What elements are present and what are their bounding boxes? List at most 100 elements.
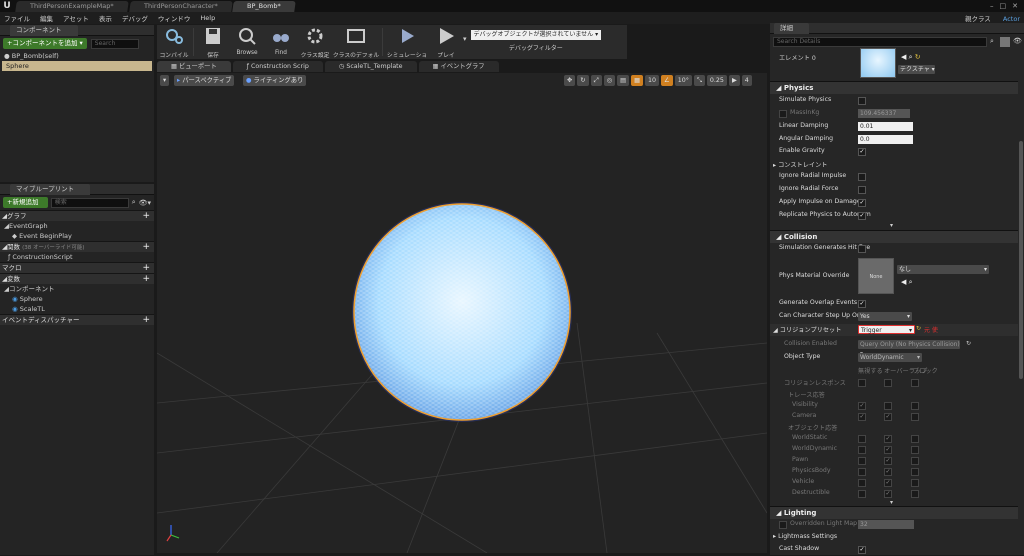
lighting-mode-button[interactable]: ● ライティングあり — [243, 75, 307, 86]
components-tab[interactable]: コンポーネント — [10, 25, 78, 36]
tab-bp-bomb[interactable]: BP_Bomb* — [232, 1, 296, 12]
play-button[interactable]: プレイ — [429, 25, 463, 59]
angular-damping-input[interactable]: 0.0 — [858, 135, 913, 144]
details-search-input[interactable]: Search Details — [773, 37, 987, 47]
tab-event-graph[interactable]: ▦ イベントグラフ — [418, 61, 499, 72]
grid-view-icon[interactable] — [1000, 37, 1010, 47]
add-variable-button[interactable]: + — [142, 274, 150, 285]
tab-construction-script[interactable]: ƒ Construction Scrip — [232, 61, 323, 72]
overridden-lightmap-value[interactable]: 32 — [858, 520, 914, 529]
phys-material-select[interactable]: なし ▾ — [897, 265, 989, 274]
menu-help[interactable]: Help — [200, 14, 215, 22]
tab-scaletl-template[interactable]: ◷ ScaleTL_Template — [324, 61, 417, 72]
camera-ignore[interactable]: ✓ — [858, 413, 866, 421]
section-event-dispatchers[interactable]: イベントディスパッチャー + — [0, 314, 154, 325]
collision-preset-select[interactable]: Trigger ▾ — [858, 325, 915, 334]
phys-material-nav-icons[interactable]: ◀ ⌕ — [901, 278, 913, 287]
worldstatic-overlap[interactable]: ✓ — [884, 435, 892, 443]
maximize-button[interactable]: □ — [1000, 0, 1007, 12]
response-block-all[interactable] — [911, 379, 919, 387]
response-overlap-all[interactable] — [884, 379, 892, 387]
step-up-select[interactable]: Yes ▾ — [858, 312, 912, 321]
translate-tool-icon[interactable]: ✥ — [564, 75, 576, 86]
blueprint-search-input[interactable]: 検索 — [50, 197, 129, 208]
event-beginplay-item[interactable]: ◆ Event BeginPlay — [0, 231, 154, 241]
viewport-options-button[interactable]: ▾ — [160, 75, 170, 86]
expand-advanced-icon[interactable]: ▾ — [890, 222, 893, 229]
grid-snap-value[interactable]: 10 — [645, 75, 660, 86]
parent-class-link[interactable]: Actor — [1003, 15, 1020, 23]
worlddynamic-overlap[interactable]: ✓ — [884, 446, 892, 454]
reset-icon[interactable]: ↻ — [966, 340, 971, 347]
event-graph-item[interactable]: ◢EventGraph — [0, 221, 154, 231]
simulation-button[interactable]: シミュレーション — [385, 25, 429, 68]
find-button[interactable]: Find — [264, 25, 298, 59]
texture-select[interactable]: テクスチャ ▾ — [898, 65, 935, 74]
section-graphs[interactable]: ◢グラフ + — [0, 210, 154, 221]
camera-overlap[interactable]: ✓ — [884, 413, 892, 421]
component-sphere[interactable]: Sphere — [2, 61, 152, 71]
mass-value[interactable]: 109.456337 — [858, 109, 910, 118]
variables-components-group[interactable]: ◢コンポーネント — [0, 284, 154, 294]
tab-thirdperson-map[interactable]: ThirdPersonExampleMap* — [15, 1, 129, 12]
self-item[interactable]: ● BP_Bomb(self) — [0, 51, 154, 61]
rotation-snap-icon[interactable]: ∠ — [661, 75, 673, 86]
close-button[interactable]: ✕ — [1012, 0, 1018, 12]
pawn-ignore[interactable] — [858, 457, 866, 465]
world-local-icon[interactable]: ◎ — [603, 75, 616, 86]
phys-material-thumbnail[interactable]: None — [858, 258, 894, 294]
sim-hit-events-checkbox[interactable] — [858, 245, 866, 253]
worlddynamic-block[interactable] — [911, 446, 919, 454]
grid-snap-icon[interactable]: ▦ — [631, 75, 644, 86]
destructible-overlap[interactable]: ✓ — [884, 490, 892, 498]
visibility-block[interactable] — [911, 402, 919, 410]
play-options-chevron-icon[interactable]: ▾ — [463, 25, 467, 59]
tab-thirdperson-character[interactable]: ThirdPersonCharacter* — [128, 1, 233, 12]
menu-window[interactable]: ウィンドウ — [158, 13, 191, 23]
details-tab[interactable]: 詳細 — [774, 23, 809, 34]
perspective-button[interactable]: ▸ パースペクティブ — [174, 75, 235, 86]
section-macros[interactable]: マクロ + — [0, 262, 154, 273]
menu-asset[interactable]: アセット — [63, 13, 89, 23]
replicate-physics-checkbox[interactable]: ✓ — [858, 212, 866, 220]
constraints-row[interactable]: ▸ コンストレイント — [770, 159, 1018, 171]
response-ignore-all[interactable] — [858, 379, 866, 387]
construction-script-item[interactable]: ƒ ConstructionScript — [0, 252, 154, 262]
debug-object-select[interactable]: デバッグオブジェクトが選択されていません ▾ — [470, 30, 602, 40]
menu-file[interactable]: ファイル — [4, 13, 30, 23]
physicsbody-ignore[interactable] — [858, 468, 866, 476]
add-new-button[interactable]: +新規追加 ▾ — [3, 197, 48, 217]
texture-thumbnail[interactable] — [860, 48, 896, 78]
add-function-button[interactable]: + — [142, 242, 150, 253]
destructible-block[interactable] — [911, 490, 919, 498]
camera-speed-value[interactable]: 4 — [741, 75, 752, 86]
camera-block[interactable] — [911, 413, 919, 421]
collision-enabled-select[interactable]: Query Only (No Physics Collision) ▾ — [858, 340, 960, 357]
surface-snap-icon[interactable]: ▤ — [617, 75, 630, 86]
rotate-tool-icon[interactable]: ↻ — [577, 75, 589, 86]
eye-icon[interactable]: 👁 — [1013, 37, 1022, 45]
enable-gravity-checkbox[interactable]: ✓ — [858, 148, 866, 156]
menu-debug[interactable]: デバッグ — [122, 13, 148, 23]
visibility-overlap[interactable] — [884, 402, 892, 410]
visibility-ignore[interactable]: ✓ — [858, 402, 866, 410]
pawn-block[interactable] — [911, 457, 919, 465]
variable-sphere[interactable]: ◉ Sphere — [0, 294, 154, 304]
object-type-select[interactable]: WorldDynamic ▾ — [858, 353, 922, 362]
worlddynamic-ignore[interactable] — [858, 446, 866, 454]
reset-icon[interactable]: ↻ — [916, 325, 921, 332]
add-component-button[interactable]: +コンポーネントを追加 ▾ — [3, 38, 87, 49]
scale-tool-icon[interactable]: ⤢ — [590, 75, 602, 86]
ignore-radial-impulse-checkbox[interactable] — [858, 173, 866, 181]
compile-button[interactable]: コンパイル — [157, 25, 191, 59]
browse-button[interactable]: Browse — [230, 25, 264, 59]
cast-shadow-checkbox[interactable]: ✓ — [858, 546, 866, 554]
mass-override-checkbox[interactable] — [779, 110, 787, 118]
physics-category[interactable]: ◢ Physics — [770, 81, 1018, 94]
linear-damping-input[interactable]: 0.01 — [858, 122, 913, 131]
worldstatic-ignore[interactable] — [858, 435, 866, 443]
worldstatic-block[interactable] — [911, 435, 919, 443]
destructible-ignore[interactable] — [858, 490, 866, 498]
scale-snap-value[interactable]: 0.25 — [706, 75, 727, 86]
viewport[interactable]: ▾ ▸ パースペクティブ ● ライティングあり ✥ ↻ ⤢ ◎ ▤ ▦ 10 ∠… — [157, 73, 767, 553]
